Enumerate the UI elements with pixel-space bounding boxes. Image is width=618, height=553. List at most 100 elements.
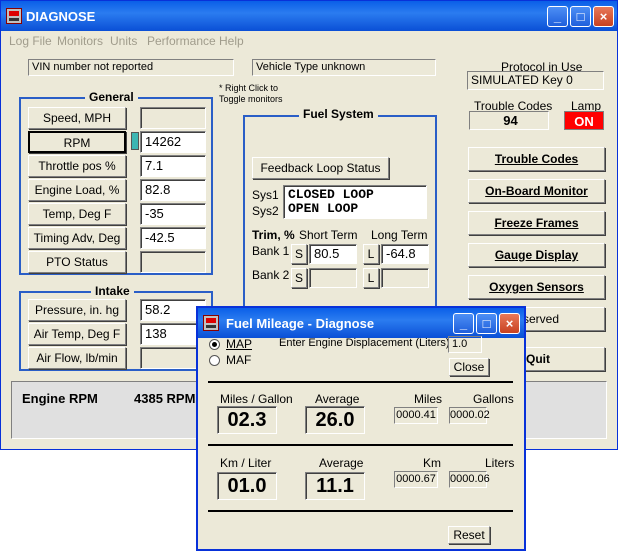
bank2-long-value [381,268,429,288]
kpl-value: 01.0 [217,472,277,500]
main-window-title: DIAGNOSE [26,9,96,24]
pressure-button[interactable]: Pressure, in. hg [28,299,126,321]
pto-status-value [140,251,206,273]
map-radio-label[interactable]: MAP [226,337,252,351]
air-flow-button[interactable]: Air Flow, lb/min [28,347,126,369]
fuel-system-status: CLOSED LOOP OPEN LOOP [283,185,427,219]
air-temp-button[interactable]: Air Temp, Deg F [28,323,126,345]
oxygen-sensors-button[interactable]: Oxygen Sensors [468,275,605,299]
pto-status-button[interactable]: PTO Status [28,251,126,273]
sys2-status: OPEN LOOP [288,201,359,216]
divider-top [208,381,513,383]
close-icon[interactable]: × [593,6,614,27]
displacement-input[interactable]: 1.0 [448,336,482,353]
status-label: Engine RPM [22,391,98,406]
fuel-app-icon [203,315,219,331]
sys1-status: CLOSED LOOP [288,187,374,202]
maximize-icon[interactable]: □ [570,6,591,27]
minimize-icon[interactable]: _ [547,6,568,27]
divider-middle [208,444,513,446]
temp-button[interactable]: Temp, Deg F [28,203,126,225]
long-term-label: Long Term [371,228,428,242]
throttle-button[interactable]: Throttle pos % [28,155,126,177]
bank1-short-button[interactable]: S [291,244,307,264]
fuel-close-icon[interactable]: × [499,313,520,334]
speed-value [140,107,206,129]
freeze-frames-button[interactable]: Freeze Frames [468,211,605,235]
engine-load-button[interactable]: Engine Load, % [28,179,126,201]
timing-adv-button[interactable]: Timing Adv, Deg [28,227,126,249]
bank1-short-value: 80.5 [309,244,357,264]
miles-label: Miles [414,392,443,406]
fuel-maximize-icon[interactable]: □ [476,313,497,334]
bank1-label: Bank 1 [252,244,290,258]
rpm-value: 14262 [140,131,206,153]
close-button[interactable]: Close [449,358,489,376]
bank2-short-button[interactable]: S [291,268,307,288]
mpg-label: Miles / Gallon [220,392,293,406]
vin-field: VIN number not reported [28,59,234,76]
fuel-window-title: Fuel Mileage - Diagnose [226,316,375,331]
km-label: Km [423,456,441,470]
gallons-value: 0000.02 [449,407,490,424]
engine-load-value: 82.8 [140,179,206,201]
mpg-average-label: Average [315,392,360,406]
sys2-label: Sys2 [252,204,279,218]
menu-monitors[interactable]: Monitors [57,34,103,48]
kpl-average-label: Average [319,456,364,470]
km-value: 0000.67 [394,471,438,488]
trim-label: Trim, % [252,228,295,242]
kpl-average-value: 11.1 [305,472,365,500]
fuel-system-title: Fuel System [299,107,378,121]
bank1-long-value: -64.8 [381,244,429,264]
fuel-mileage-window: Fuel Mileage - Diagnose _ □ × MAP MAF En… [196,306,526,551]
feedback-loop-button[interactable]: Feedback Loop Status [252,157,389,179]
miles-value: 0000.41 [394,407,438,424]
bank2-label: Bank 2 [252,268,290,282]
timing-adv-value: -42.5 [140,227,206,249]
bank2-short-value [309,268,357,288]
right-click-hint: * Right Click to Toggle monitors [219,83,283,104]
liters-value: 0000.06 [449,471,490,488]
gallons-label: Gallons [473,392,514,406]
mpg-value: 02.3 [217,406,277,434]
maf-radio-label[interactable]: MAF [226,353,251,367]
displacement-label: Enter Engine Displacement (Liters) [279,337,450,349]
bank2-long-button[interactable]: L [363,268,379,288]
maf-radio[interactable] [209,355,220,366]
menu-help[interactable]: Help [219,34,244,48]
gauge-display-button[interactable]: Gauge Display [468,243,605,267]
protocol-field: SIMULATED Key 0 [467,71,604,90]
vehicle-type-field: Vehicle Type unknown [252,59,436,76]
lamp-indicator: ON [564,111,604,130]
app-icon [6,8,22,24]
trouble-codes-count: 94 [469,111,549,130]
liters-label: Liters [485,456,515,470]
mpg-average-value: 26.0 [305,406,365,434]
main-title-bar[interactable]: DIAGNOSE _ □ × [1,1,617,31]
quit-label: Quit [526,352,550,366]
fuel-minimize-icon[interactable]: _ [453,313,474,334]
rpm-indicator [131,132,139,150]
short-term-label: Short Term [299,228,358,242]
reset-button[interactable]: Reset [448,526,490,544]
kpl-label: Km / Liter [220,456,272,470]
fuel-title-bar[interactable]: Fuel Mileage - Diagnose _ □ × [198,308,524,338]
speed-button[interactable]: Speed, MPH [28,107,126,129]
general-title: General [85,90,138,104]
map-radio[interactable] [209,339,220,350]
on-board-monitor-button[interactable]: On-Board Monitor [468,179,605,203]
menu-performance[interactable]: Performance [147,34,216,48]
menu-units[interactable]: Units [110,34,137,48]
reserved-label: served [523,312,560,326]
intake-title: Intake [91,284,134,298]
bank1-long-button[interactable]: L [363,244,379,264]
temp-value: -35 [140,203,206,225]
status-value: 4385 RPM [134,391,196,406]
menu-log-file[interactable]: Log File [9,34,52,48]
divider-bottom [208,510,513,512]
sys1-label: Sys1 [252,188,279,202]
rpm-button[interactable]: RPM [28,131,126,153]
throttle-value: 7.1 [140,155,206,177]
trouble-codes-button[interactable]: Trouble Codes [468,147,605,171]
